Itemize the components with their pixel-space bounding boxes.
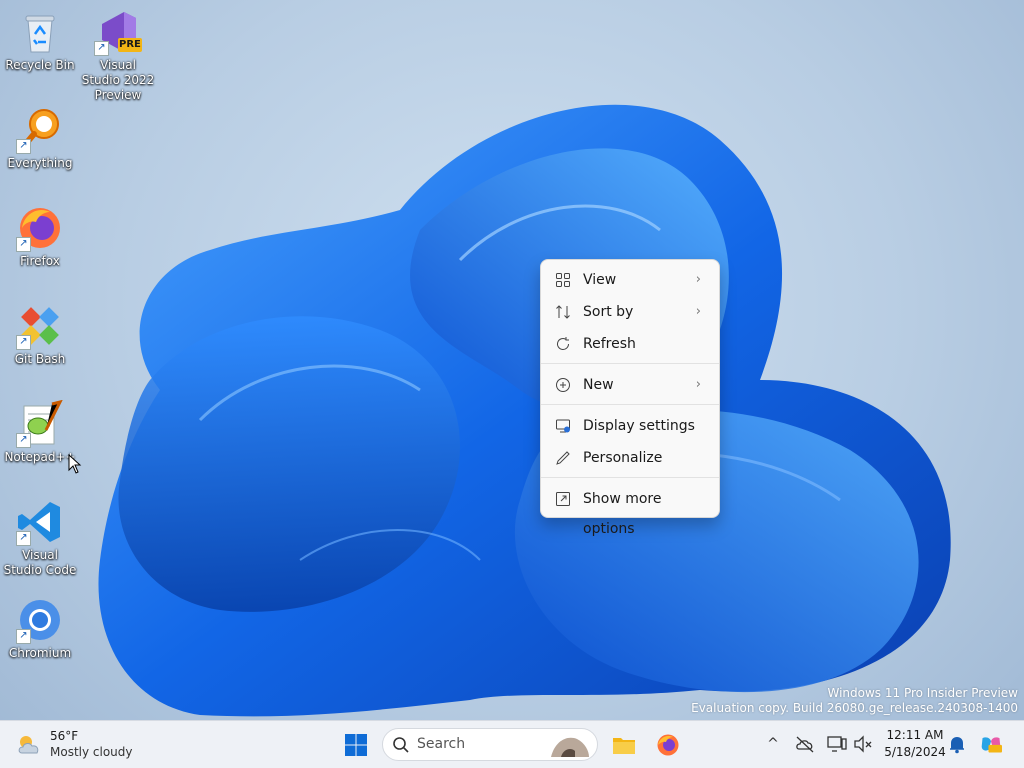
desktop-icon-label: Recycle Bin — [5, 58, 75, 72]
sort-icon — [555, 304, 571, 320]
desktop-icon-notepad-plus-plus[interactable]: ↗ Notepad++ — [2, 396, 78, 465]
watermark-line: Evaluation copy. Build 26080.ge_release.… — [691, 701, 1018, 715]
display-network-icon[interactable] — [826, 733, 848, 755]
wallpaper-bloom — [98, 104, 951, 717]
show-hidden-icons-button[interactable]: ^ — [762, 733, 784, 755]
desktop-icon-everything[interactable]: ↗ Everything — [2, 102, 78, 171]
search-placeholder: Search — [417, 736, 466, 752]
shortcut-arrow-icon: ↗ — [16, 139, 31, 154]
system-clock[interactable]: 12:11 AM 5/18/2024 — [880, 727, 950, 761]
file-explorer-icon — [613, 738, 635, 754]
display-settings-icon — [555, 418, 571, 434]
menu-item-label: Personalize — [583, 450, 663, 466]
firefox-icon: ↗ — [16, 204, 64, 252]
desktop-icon-firefox[interactable]: ↗ Firefox — [2, 200, 78, 269]
show-more-icon — [555, 491, 571, 507]
desktop-icon-label: Notepad++ — [4, 450, 76, 464]
clock-time: 12:11 AM — [886, 728, 944, 742]
visual-studio-preview-icon: PRE ↗ — [94, 8, 142, 56]
search-highlight-art-icon — [547, 731, 593, 759]
desktop-icon-label: Visual Studio 2022 Preview — [81, 58, 155, 102]
desktop-icon-git-bash[interactable]: ↗ Git Bash — [2, 298, 78, 367]
desktop-icon-recycle-bin[interactable]: Recycle Bin — [2, 4, 78, 73]
menu-item-refresh[interactable]: Refresh — [545, 329, 715, 359]
everything-search-icon: ↗ — [16, 106, 64, 154]
preview-badge: PRE — [119, 39, 141, 50]
evaluation-watermark: Windows 11 Pro Insider Preview Evaluatio… — [691, 686, 1018, 716]
menu-separator — [541, 477, 719, 478]
recycle-bin-icon — [16, 8, 64, 56]
volume-muted-icon[interactable] — [852, 733, 874, 755]
desktop-icon-label: Visual Studio Code — [3, 548, 77, 577]
desktop-icon-label: Chromium — [8, 646, 72, 660]
shortcut-arrow-icon: ↗ — [16, 629, 31, 644]
refresh-icon — [555, 336, 571, 352]
vscode-icon: ↗ — [16, 498, 64, 546]
view-grid-icon — [555, 272, 571, 288]
desktop-icon-label: Firefox — [20, 254, 60, 268]
copilot-icon — [981, 737, 1002, 753]
weather-description: Mostly cloudy — [50, 745, 133, 759]
taskbar: 56°F Mostly cloudy Search ^ 12:11 AM 5/1… — [0, 720, 1024, 768]
watermark-line: Windows 11 Pro Insider Preview — [827, 686, 1018, 700]
start-button[interactable] — [338, 727, 374, 763]
menu-item-label: Refresh — [583, 336, 636, 352]
menu-item-new[interactable]: New › — [545, 370, 715, 400]
menu-separator — [541, 363, 719, 364]
menu-item-label: Show more options — [583, 491, 662, 537]
desktop-icon-visual-studio-preview[interactable]: PRE ↗ Visual Studio 2022 Preview — [80, 4, 156, 103]
clock-date: 5/18/2024 — [884, 745, 946, 759]
shortcut-arrow-icon: ↗ — [16, 237, 31, 252]
firefox-icon — [657, 734, 679, 756]
shortcut-arrow-icon: ↗ — [16, 531, 31, 546]
chevron-right-icon: › — [695, 272, 701, 287]
menu-item-label: View — [583, 272, 617, 288]
desktop-icon-vscode[interactable]: ↗ Visual Studio Code — [2, 494, 78, 578]
copilot-button[interactable] — [980, 733, 1006, 755]
pen-icon — [555, 450, 571, 466]
desktop-icon-label: Everything — [7, 156, 73, 170]
notifications-bell-icon[interactable] — [946, 733, 968, 755]
menu-item-label: Sort by — [583, 304, 634, 320]
menu-item-label: New — [583, 377, 614, 393]
notepad-plus-plus-icon: ↗ — [16, 400, 64, 448]
cloudy-weather-icon — [16, 733, 44, 757]
desktop-icon-label: Git Bash — [14, 352, 66, 366]
git-bash-icon: ↗ — [16, 302, 64, 350]
weather-temperature: 56°F — [50, 729, 79, 743]
start-icon — [345, 734, 367, 756]
shortcut-arrow-icon: ↗ — [94, 41, 109, 56]
mouse-cursor-icon — [68, 454, 82, 474]
weather-widget[interactable]: 56°F Mostly cloudy — [14, 727, 154, 763]
chromium-icon: ↗ — [16, 596, 64, 644]
menu-separator — [541, 404, 719, 405]
shortcut-arrow-icon: ↗ — [16, 433, 31, 448]
menu-item-label: Display settings — [583, 418, 695, 434]
firefox-taskbar-button[interactable] — [650, 727, 686, 763]
menu-item-sort-by[interactable]: Sort by › — [545, 297, 715, 327]
menu-item-display-settings[interactable]: Display settings — [545, 411, 715, 441]
shortcut-arrow-icon: ↗ — [16, 335, 31, 350]
new-plus-icon — [555, 377, 571, 393]
menu-item-view[interactable]: View › — [545, 265, 715, 295]
onedrive-offline-icon[interactable] — [794, 733, 816, 755]
chevron-right-icon: › — [695, 304, 701, 319]
menu-item-personalize[interactable]: Personalize — [545, 443, 715, 473]
chevron-right-icon: › — [695, 377, 701, 392]
chevron-up-icon: ^ — [767, 736, 779, 752]
taskbar-search[interactable]: Search — [382, 728, 598, 761]
menu-item-show-more-options[interactable]: Show more options — [545, 484, 715, 537]
desktop-context-menu: View › Sort by › Refresh New › Display s… — [540, 259, 720, 537]
file-explorer-button[interactable] — [606, 727, 642, 763]
desktop-icon-chromium[interactable]: ↗ Chromium — [2, 592, 78, 661]
search-icon — [392, 736, 410, 754]
